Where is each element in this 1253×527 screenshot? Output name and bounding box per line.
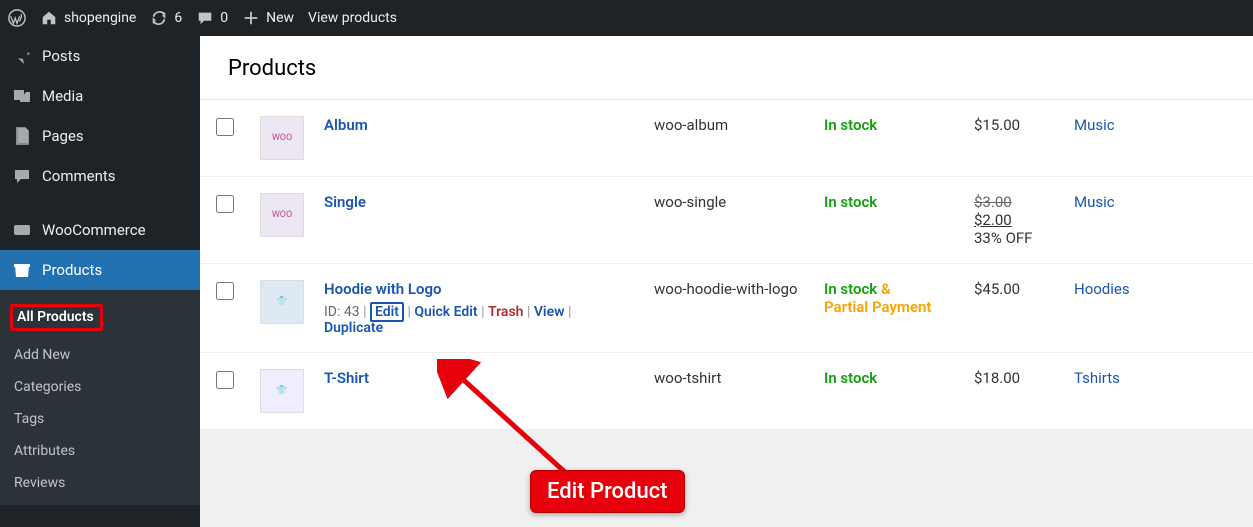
sidebar-item-products[interactable]: Products bbox=[0, 250, 200, 290]
menu-separator bbox=[0, 196, 200, 210]
products-submenu: All Products Add New Categories Tags Att… bbox=[0, 290, 200, 505]
sidebar-item-pages[interactable]: Pages bbox=[0, 116, 200, 156]
product-sku: woo-tshirt bbox=[644, 353, 814, 430]
category-link[interactable]: Hoodies bbox=[1074, 280, 1130, 298]
submenu-categories[interactable]: Categories bbox=[0, 371, 200, 403]
admin-bar: shopengine 6 0 New View products bbox=[0, 0, 1253, 36]
comments-count: 0 bbox=[220, 10, 228, 26]
product-thumbnail[interactable]: 👕 bbox=[260, 280, 304, 324]
plus-icon bbox=[242, 9, 260, 27]
products-icon bbox=[12, 260, 32, 280]
updates-link[interactable]: 6 bbox=[150, 9, 182, 27]
woocommerce-icon bbox=[12, 220, 32, 240]
view-products-link[interactable]: View products bbox=[308, 10, 397, 26]
product-price: $3.00 $2.00 33% OFF bbox=[964, 177, 1064, 264]
sidebar-item-label: Comments bbox=[42, 167, 116, 185]
annotation-highlight: All Products bbox=[10, 304, 103, 331]
product-price: $18.00 bbox=[964, 353, 1064, 430]
submenu-reviews[interactable]: Reviews bbox=[0, 467, 200, 499]
price-discount: 33% OFF bbox=[974, 229, 1032, 247]
comment-icon bbox=[196, 9, 214, 27]
site-name: shopengine bbox=[64, 10, 136, 26]
sidebar-item-label: WooCommerce bbox=[42, 221, 146, 239]
sidebar-item-label: Pages bbox=[42, 127, 84, 145]
stock-status: In stock bbox=[824, 193, 877, 211]
sidebar-item-posts[interactable]: Posts bbox=[0, 36, 200, 76]
product-name-link[interactable]: T-Shirt bbox=[324, 369, 369, 387]
partial-payment: Partial Payment bbox=[824, 298, 931, 316]
comments-link[interactable]: 0 bbox=[196, 9, 228, 27]
product-sku: woo-hoodie-with-logo bbox=[644, 264, 814, 353]
product-thumbnail[interactable]: 👕 bbox=[260, 369, 304, 413]
product-name-link[interactable]: Single bbox=[324, 193, 366, 211]
product-price: $15.00 bbox=[964, 100, 1064, 177]
stock-status: In stock bbox=[824, 369, 877, 387]
duplicate-link[interactable]: Duplicate bbox=[324, 320, 383, 336]
product-thumbnail[interactable]: WOO bbox=[260, 116, 304, 160]
product-name-link[interactable]: Hoodie with Logo bbox=[324, 280, 441, 298]
admin-sidebar: Posts Media Pages Comments WooCommerce P… bbox=[0, 36, 200, 527]
category-link[interactable]: Music bbox=[1074, 116, 1115, 134]
product-name-link[interactable]: Album bbox=[324, 116, 368, 134]
row-checkbox[interactable] bbox=[216, 282, 234, 300]
sidebar-item-woocommerce[interactable]: WooCommerce bbox=[0, 210, 200, 250]
stock-amp: & bbox=[877, 280, 890, 298]
table-row: WOO Single woo-single In stock $3.00 $2.… bbox=[200, 177, 1253, 264]
quick-edit-link[interactable]: Quick Edit bbox=[414, 304, 477, 320]
updates-count: 6 bbox=[174, 10, 182, 26]
stock-cell: In stock & Partial Payment bbox=[814, 264, 964, 353]
row-checkbox[interactable] bbox=[216, 195, 234, 213]
site-link[interactable]: shopengine bbox=[40, 9, 136, 27]
row-checkbox[interactable] bbox=[216, 371, 234, 389]
pages-icon bbox=[12, 126, 32, 146]
home-icon bbox=[40, 9, 58, 27]
submenu-tags[interactable]: Tags bbox=[0, 403, 200, 435]
price-sale: $2.00 bbox=[974, 211, 1012, 229]
comment-icon bbox=[12, 166, 32, 186]
stock-status: In stock bbox=[824, 116, 877, 134]
product-id: ID: 43 bbox=[324, 304, 360, 320]
product-thumbnail[interactable]: WOO bbox=[260, 193, 304, 237]
row-actions: ID: 43 | Edit | Quick Edit | Trash | Vie… bbox=[324, 304, 634, 336]
products-table: WOO Album woo-album In stock $15.00 Musi… bbox=[200, 100, 1253, 430]
content-area: Products WOO Album woo-album In stock $1… bbox=[200, 36, 1253, 527]
product-price: $45.00 bbox=[964, 264, 1064, 353]
sidebar-item-label: Posts bbox=[42, 47, 80, 65]
edit-link[interactable]: Edit bbox=[370, 302, 404, 322]
view-link[interactable]: View bbox=[534, 304, 565, 320]
row-checkbox[interactable] bbox=[216, 118, 234, 136]
wordpress-icon bbox=[8, 9, 26, 27]
media-icon bbox=[12, 86, 32, 106]
new-label: New bbox=[266, 10, 294, 26]
refresh-icon bbox=[150, 9, 168, 27]
submenu-all-products[interactable]: All Products bbox=[0, 296, 200, 339]
sidebar-item-label: Products bbox=[42, 261, 102, 279]
page-title: Products bbox=[200, 36, 1253, 100]
trash-link[interactable]: Trash bbox=[488, 304, 523, 320]
annotation-label: Edit Product bbox=[530, 470, 685, 513]
product-sku: woo-album bbox=[644, 100, 814, 177]
stock-status: In stock bbox=[824, 280, 877, 298]
product-sku: woo-single bbox=[644, 177, 814, 264]
submenu-add-new[interactable]: Add New bbox=[0, 339, 200, 371]
table-row: 👕 T-Shirt woo-tshirt In stock $18.00 Tsh… bbox=[200, 353, 1253, 430]
table-row: 👕 Hoodie with Logo ID: 43 | Edit | Quick… bbox=[200, 264, 1253, 353]
table-row: WOO Album woo-album In stock $15.00 Musi… bbox=[200, 100, 1253, 177]
price-original: $3.00 bbox=[974, 193, 1012, 211]
new-link[interactable]: New bbox=[242, 9, 294, 27]
category-link[interactable]: Tshirts bbox=[1074, 369, 1120, 387]
sidebar-item-label: Media bbox=[42, 87, 83, 105]
wp-logo[interactable] bbox=[8, 9, 26, 27]
sidebar-item-comments[interactable]: Comments bbox=[0, 156, 200, 196]
sidebar-item-media[interactable]: Media bbox=[0, 76, 200, 116]
submenu-attributes[interactable]: Attributes bbox=[0, 435, 200, 467]
category-link[interactable]: Music bbox=[1074, 193, 1115, 211]
pin-icon bbox=[12, 46, 32, 66]
